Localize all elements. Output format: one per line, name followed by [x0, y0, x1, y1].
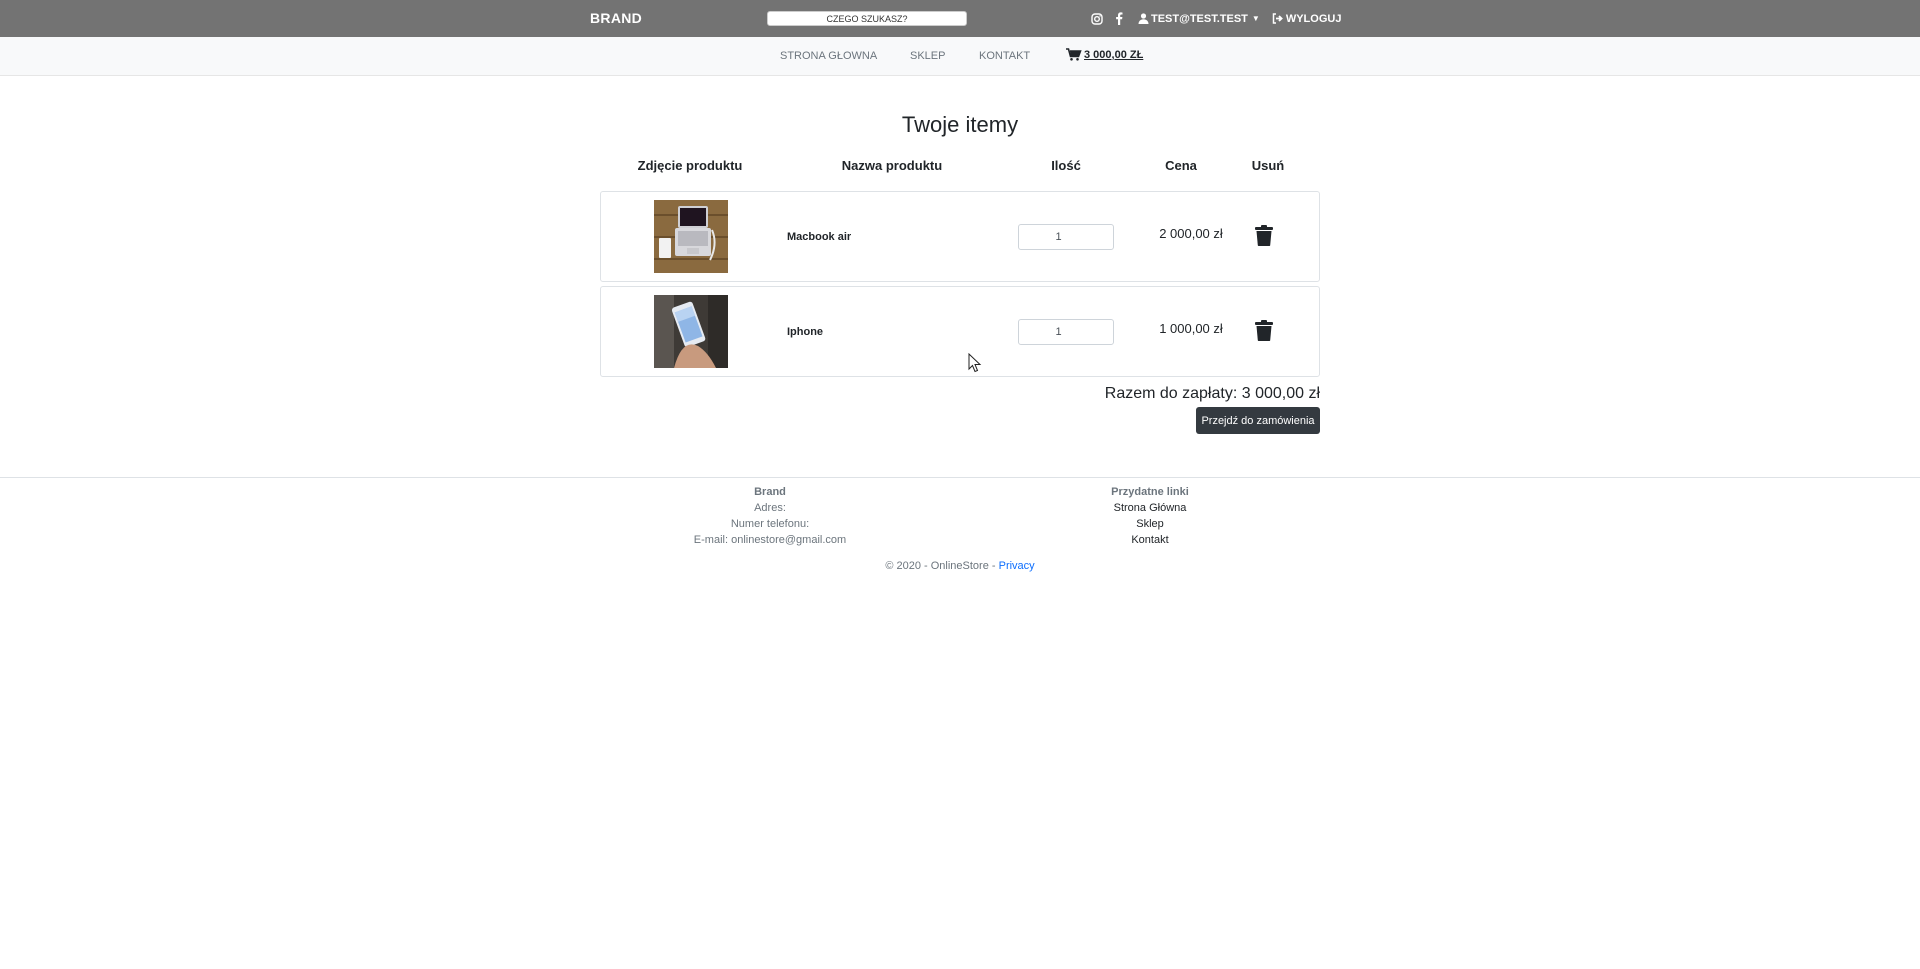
nav-item-home[interactable]: STRONA GŁOWNA — [780, 50, 877, 62]
footer-link-shop[interactable]: Sklep — [1000, 516, 1300, 532]
column-header-quantity: Ilość — [1051, 158, 1081, 173]
cart-item-row: Macbook air 2 000,00 zł — [600, 191, 1320, 282]
column-header-name: Nazwa produktu — [841, 158, 943, 173]
quantity-input[interactable] — [1018, 224, 1114, 250]
cart-total: 3 000,00 ZŁ — [1084, 48, 1144, 61]
copyright: © 2020 - OnlineStore - Privacy — [0, 560, 1920, 572]
footer-links-column: Przydatne linki Strona Główna Sklep Kont… — [1000, 484, 1300, 548]
cart-link[interactable]: 3 000,00 ZŁ — [1066, 48, 1143, 61]
quantity-input[interactable] — [1018, 319, 1114, 345]
product-name: Iphone — [787, 326, 824, 338]
search-input[interactable] — [767, 11, 967, 26]
footer-divider — [0, 477, 1920, 478]
footer-brand-heading: Brand — [754, 486, 786, 498]
product-price: 2 000,00 zł — [1159, 226, 1223, 241]
brand-logo[interactable]: BRAND — [590, 10, 642, 26]
page-title: Twoje itemy — [901, 112, 1019, 137]
instagram-icon[interactable] — [1090, 12, 1104, 26]
mouse-cursor-icon — [968, 353, 982, 373]
footer-phone: Numer telefonu: — [730, 518, 810, 530]
privacy-link[interactable]: Privacy — [999, 560, 1035, 572]
product-image-iphone — [654, 295, 728, 368]
column-header-price: Cena — [1165, 158, 1197, 173]
footer-links-heading: Przydatne linki — [1111, 486, 1189, 498]
logout-label: WYLOGUJ — [1285, 12, 1342, 25]
trash-icon — [1255, 225, 1273, 246]
go-to-order-button[interactable]: Przejdź do zamówienia — [1196, 407, 1320, 434]
facebook-icon[interactable] — [1112, 12, 1126, 26]
column-header-image: Zdjęcie produktu — [637, 158, 743, 173]
footer-link-home[interactable]: Strona Główna — [1000, 500, 1300, 516]
chevron-down-icon: ▼ — [1251, 14, 1260, 23]
cart-icon — [1066, 48, 1082, 61]
footer-link-contact[interactable]: Kontakt — [1000, 532, 1300, 548]
order-total: Razem do zapłaty: 3 000,00 zł — [1104, 385, 1320, 402]
top-right-menu: TEST@TEST.TEST ▼ WYLOGUJ — [1090, 11, 1341, 26]
nav-item-contact[interactable]: KONTAKT — [979, 50, 1030, 62]
footer-address: Adres: — [754, 502, 786, 514]
product-price: 1 000,00 zł — [1159, 321, 1223, 336]
product-name: Macbook air — [787, 231, 852, 243]
main-nav: STRONA GŁOWNA SKLEP KONTAKT 3 000,00 ZŁ — [0, 37, 1920, 76]
user-menu[interactable]: TEST@TEST.TEST ▼ — [1138, 13, 1260, 25]
user-email: TEST@TEST.TEST — [1151, 12, 1248, 25]
copyright-text: © 2020 - OnlineStore - — [885, 560, 999, 572]
column-header-delete: Usuń — [1251, 158, 1285, 173]
user-icon — [1138, 13, 1149, 24]
nav-item-shop[interactable]: SKLEP — [910, 50, 945, 62]
cart-item-row: Iphone 1 000,00 zł — [600, 286, 1320, 377]
top-navbar: BRAND TEST@TEST.TEST ▼ WYLOGUJ — [0, 0, 1920, 37]
delete-button[interactable] — [1255, 320, 1275, 342]
delete-button[interactable] — [1255, 225, 1275, 247]
footer-brand-column: Brand Adres: Numer telefonu: E-mail: onl… — [620, 484, 920, 548]
logout-icon — [1272, 13, 1283, 24]
product-image-macbook — [654, 200, 728, 273]
logout-link[interactable]: WYLOGUJ — [1272, 12, 1342, 25]
trash-icon — [1255, 320, 1273, 341]
footer-email: E-mail: onlinestore@gmail.com — [693, 534, 847, 546]
